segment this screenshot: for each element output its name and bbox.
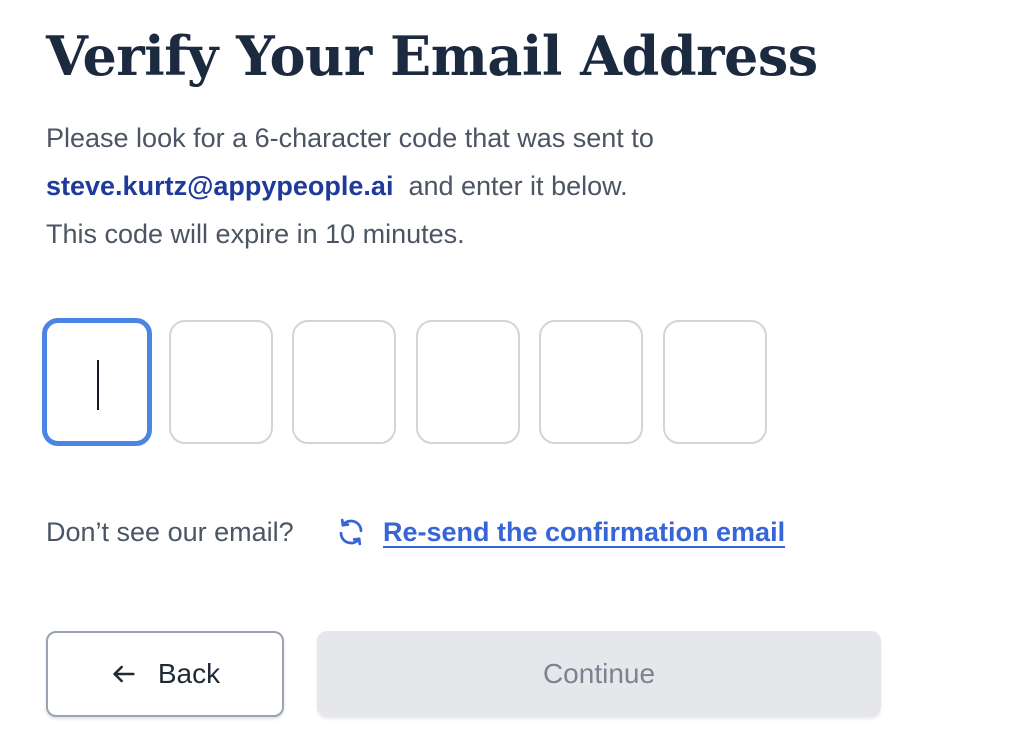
text-caret bbox=[97, 360, 99, 410]
instructions-line-3: This code will expire in 10 minutes. bbox=[46, 219, 465, 249]
continue-button[interactable]: Continue bbox=[317, 631, 881, 717]
resend-prompt: Don’t see our email? bbox=[46, 517, 294, 547]
instructions: Please look for a 6-character code that … bbox=[46, 114, 846, 258]
instructions-line-2: steve.kurtz@appypeople.ai and enter it b… bbox=[46, 162, 846, 210]
code-digit-5[interactable] bbox=[539, 320, 643, 444]
instructions-line-1: Please look for a 6-character code that … bbox=[46, 123, 654, 153]
resend-row: Don’t see our email? Re-send the confirm… bbox=[46, 512, 946, 552]
instructions-line-2-suffix: and enter it below. bbox=[408, 171, 628, 201]
refresh-icon[interactable] bbox=[336, 517, 366, 547]
resend-email-link[interactable]: Re-send the confirmation email bbox=[383, 512, 785, 552]
arrow-left-icon bbox=[113, 665, 135, 683]
email-address: steve.kurtz@appypeople.ai bbox=[46, 171, 394, 201]
code-digit-4[interactable] bbox=[416, 320, 520, 444]
code-digit-1[interactable] bbox=[42, 318, 152, 446]
back-button[interactable]: Back bbox=[46, 631, 284, 717]
code-digit-3[interactable] bbox=[292, 320, 396, 444]
back-button-label: Back bbox=[157, 658, 221, 689]
code-digit-6[interactable] bbox=[663, 320, 767, 444]
code-input-group bbox=[42, 318, 784, 446]
continue-button-label: Continue bbox=[542, 658, 656, 689]
code-digit-2[interactable] bbox=[169, 320, 273, 444]
page-title: Verify Your Email Address bbox=[46, 24, 818, 88]
